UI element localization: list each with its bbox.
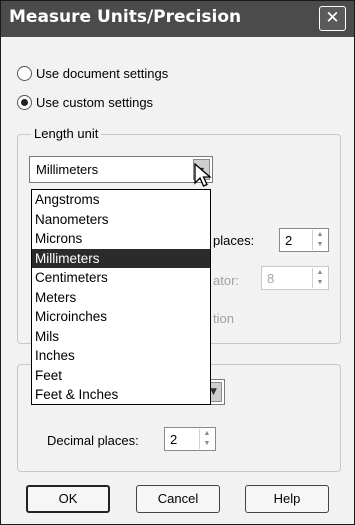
stepper-down-icon[interactable]: ▼ <box>313 278 327 288</box>
stepper-down-icon[interactable]: ▼ <box>200 439 214 449</box>
dropdown-option[interactable]: Meters <box>32 288 210 308</box>
stepper-up-icon[interactable]: ▲ <box>313 230 327 240</box>
denominator-stepper[interactable]: 8 ▲ ▼ <box>261 266 329 290</box>
use-document-settings-radio[interactable]: Use document settings <box>17 63 168 83</box>
denominator-value: 8 <box>267 271 275 286</box>
dropdown-option[interactable]: Nanometers <box>32 210 210 230</box>
stepper-down-icon[interactable]: ▼ <box>313 240 327 250</box>
close-button[interactable]: ✕ <box>319 6 346 31</box>
decimal-places-stepper[interactable]: 2 ▲ ▼ <box>279 228 329 252</box>
mouse-pointer-icon <box>194 163 212 187</box>
use-custom-settings-label: Use custom settings <box>36 94 154 110</box>
dropdown-option[interactable]: Feet & Inches <box>32 385 210 405</box>
dropdown-option[interactable]: Millimeters <box>32 248 210 268</box>
dropdown-option[interactable]: Microns <box>32 229 210 249</box>
close-icon: ✕ <box>325 8 340 28</box>
decimal-places-value: 2 <box>285 233 293 248</box>
dropdown-option[interactable]: Angstroms <box>32 190 210 210</box>
length-unit-selected-value: Millimeters <box>36 162 99 177</box>
use-document-settings-label: Use document settings <box>36 65 169 81</box>
radio-checked-icon <box>17 94 32 110</box>
title-bar[interactable]: Measure Units/Precision ✕ <box>1 1 354 37</box>
dropdown-option[interactable]: Microinches <box>32 307 210 327</box>
round-to-fraction-label: tion <box>213 311 234 326</box>
dropdown-option[interactable]: Inches <box>32 346 210 366</box>
help-button[interactable]: Help <box>245 485 329 513</box>
length-unit-combobox[interactable]: Millimeters ▼ <box>29 156 213 183</box>
dropdown-option[interactable]: Centimeters <box>32 268 210 288</box>
measure-units-dialog: Measure Units/Precision ✕ Use document s… <box>0 0 355 525</box>
use-custom-settings-radio[interactable]: Use custom settings <box>17 92 153 112</box>
length-unit-group-label: Length unit <box>31 126 102 141</box>
decimal-places-value-2: 2 <box>170 432 178 447</box>
ok-button[interactable]: OK <box>26 485 110 513</box>
decimal-places-label-2: Decimal places: <box>47 433 139 448</box>
cancel-button[interactable]: Cancel <box>136 485 220 513</box>
dialog-title: Measure Units/Precision <box>9 7 242 27</box>
stepper-up-icon[interactable]: ▲ <box>200 429 214 439</box>
decimal-places-label: places: <box>213 233 255 248</box>
radio-unchecked-icon <box>17 65 32 81</box>
dropdown-option[interactable]: Mils <box>32 327 210 347</box>
length-unit-dropdown-list[interactable]: Angstroms Nanometers Microns Millimeters Cen… <box>31 189 211 405</box>
decimal-places-stepper-2[interactable]: 2 ▲ ▼ <box>164 427 216 451</box>
stepper-up-icon[interactable]: ▲ <box>313 268 327 278</box>
dropdown-option[interactable]: Feet <box>32 366 210 386</box>
denominator-label: ator: <box>213 273 240 288</box>
